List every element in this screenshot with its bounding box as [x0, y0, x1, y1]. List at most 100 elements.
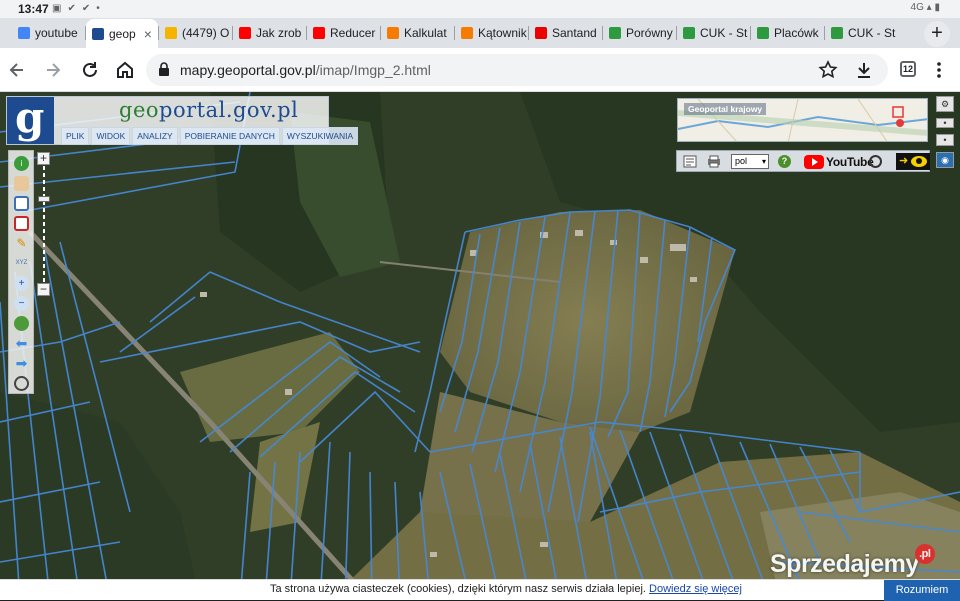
print-icon[interactable]: [707, 155, 721, 168]
tab-switcher-button[interactable]: 12: [900, 61, 916, 77]
zoom-track[interactable]: [43, 166, 45, 284]
xyz-coordinates-icon[interactable]: XYZ: [14, 256, 29, 271]
zoom-out-icon[interactable]: −: [14, 296, 29, 311]
menu-button[interactable]: [926, 57, 952, 83]
forward-button[interactable]: [40, 57, 66, 83]
youtube-icon: [239, 27, 251, 39]
reload-button[interactable]: [77, 57, 103, 83]
tab-10[interactable]: Placówk: [751, 20, 824, 46]
mail-icon: [165, 27, 177, 39]
overview-label: Geoportal krajowy: [684, 103, 767, 115]
pencil-icon[interactable]: ✎: [14, 236, 29, 251]
accessibility-wheel-icon[interactable]: [869, 155, 882, 168]
menu-widok[interactable]: WIDOK: [91, 127, 131, 145]
accept-cookies-button[interactable]: Rozumiem: [884, 580, 960, 601]
tab-1[interactable]: geop ×: [86, 19, 158, 49]
google-icon: [18, 27, 30, 39]
geoportal-menu: PLIK WIDOK ANALIZY POBIERANIE DANYCH WYS…: [61, 127, 359, 145]
tab-5[interactable]: Kalkulat: [381, 20, 454, 46]
compass-icon[interactable]: [14, 376, 29, 391]
visibility-icon[interactable]: ◉: [936, 152, 954, 168]
zoom-in-icon[interactable]: +: [14, 276, 29, 291]
globe-icon[interactable]: [14, 316, 29, 331]
menu-plik[interactable]: PLIK: [61, 127, 90, 145]
kebab-menu-icon: [937, 62, 941, 78]
zoom-thumb[interactable]: [38, 196, 50, 202]
map-view[interactable]: g geoportal.gov.pl PLIK WIDOK ANALIZY PO…: [0, 92, 960, 600]
cookie-message: Ta strona używa ciasteczek (cookies), dz…: [270, 583, 742, 595]
menu-wyszukiwania[interactable]: WYSZUKIWANIA: [281, 127, 359, 145]
select-box-icon[interactable]: [14, 196, 29, 211]
legend-icon[interactable]: [683, 155, 697, 168]
reload-icon: [83, 62, 97, 77]
url-text: mapy.geoportal.gov.pl/imap/Imgp_2.html: [180, 62, 431, 78]
help-icon[interactable]: ?: [778, 155, 791, 168]
zoom-plus-button[interactable]: +: [37, 152, 50, 165]
zoom-slider[interactable]: + −: [37, 152, 51, 298]
pan-hand-icon[interactable]: [14, 176, 29, 191]
sprzedajemy-watermark: Sprzedajemy.pl: [770, 544, 935, 579]
high-contrast-button[interactable]: ➜: [896, 153, 930, 170]
status-bar: 13:47 ▣ ✔ ✔ • 4G ▴ ▮: [0, 0, 960, 18]
menu-analizy[interactable]: ANALIZY: [132, 127, 178, 145]
geoportal-logo[interactable]: g: [7, 97, 54, 144]
info-icon[interactable]: i: [14, 156, 29, 171]
check-notification-icon: ✔: [67, 3, 76, 14]
tab-2[interactable]: (4479) O: [159, 20, 232, 46]
new-tab-button[interactable]: +: [924, 21, 950, 47]
close-tab-icon[interactable]: ×: [144, 26, 152, 42]
tab-title: (4479) O: [182, 26, 230, 40]
back-button[interactable]: [4, 57, 30, 83]
language-select[interactable]: pol ▾: [731, 154, 769, 169]
check-notification-icon-2: ✔: [81, 3, 91, 14]
eye-icon: [911, 156, 927, 167]
tab-8[interactable]: Porówny: [603, 20, 676, 46]
tab-11[interactable]: CUK - St: [825, 20, 898, 46]
tab-title: Kątownik: [478, 26, 527, 40]
tab-4[interactable]: Reducer: [307, 20, 380, 46]
gallery-notification-icon: ▣: [52, 3, 62, 14]
tab-title: CUK - St: [848, 26, 896, 40]
layers-icon[interactable]: ⚙: [936, 96, 954, 112]
geoportal-icon: [92, 28, 104, 40]
previous-view-icon[interactable]: ⬅: [14, 336, 29, 351]
tab-title: geop: [109, 27, 136, 41]
learn-more-link[interactable]: Dowiedz się więcej: [649, 583, 742, 595]
a-icon: [461, 27, 473, 39]
youtube-link[interactable]: YouTube: [804, 154, 874, 170]
tab-title: youtube: [35, 26, 78, 40]
tab-9[interactable]: CUK - St: [677, 20, 750, 46]
next-view-icon[interactable]: ➡: [14, 356, 29, 371]
arrow-left-icon: [9, 63, 23, 77]
download-button[interactable]: [851, 57, 877, 83]
leaf-icon: [683, 27, 695, 39]
overview-map[interactable]: Geoportal krajowy: [677, 98, 928, 142]
zoom-minus-button[interactable]: −: [37, 283, 50, 296]
collapse-icon[interactable]: •: [936, 118, 954, 128]
youtube-play-icon: [804, 155, 824, 169]
clock: 13:47: [18, 2, 49, 16]
tab-title: Reducer: [330, 26, 376, 40]
geoportal-title: geoportal.gov.pl: [119, 98, 299, 122]
leaf-icon: [609, 27, 621, 39]
tab-strip: youtube geop × (4479) O Jak zrob Reducer Kalku…: [0, 18, 960, 49]
bookmark-button[interactable]: [815, 57, 841, 83]
deselect-box-icon[interactable]: [14, 216, 29, 231]
menu-pobieranie-danych[interactable]: POBIERANIE DANYCH: [179, 127, 280, 145]
geoportal-header: g geoportal.gov.pl PLIK WIDOK ANALIZY PO…: [6, 96, 359, 145]
tab-6[interactable]: Kątownik: [455, 20, 528, 46]
santander-icon: [535, 27, 547, 39]
tab-0[interactable]: youtube: [12, 20, 85, 46]
home-button[interactable]: [112, 57, 138, 83]
tab-title: CUK - St: [700, 26, 748, 40]
battery-icon: ▮: [934, 2, 940, 13]
expand-icon[interactable]: •: [936, 134, 954, 146]
tab-7[interactable]: Santand: [529, 20, 602, 46]
map-tool-palette: i ✎ XYZ + − ⬅ ➡: [8, 150, 34, 394]
geoportal-toolbar: pol ▾ ? YouTube ➜: [676, 150, 930, 172]
notification-icons: ▣ ✔ ✔ •: [52, 3, 100, 14]
tab-3[interactable]: Jak zrob: [233, 20, 306, 46]
lock-icon: [159, 62, 169, 76]
tab-title: Porówny: [626, 26, 673, 40]
address-bar[interactable]: mapy.geoportal.gov.pl/imap/Imgp_2.html: [146, 54, 888, 86]
